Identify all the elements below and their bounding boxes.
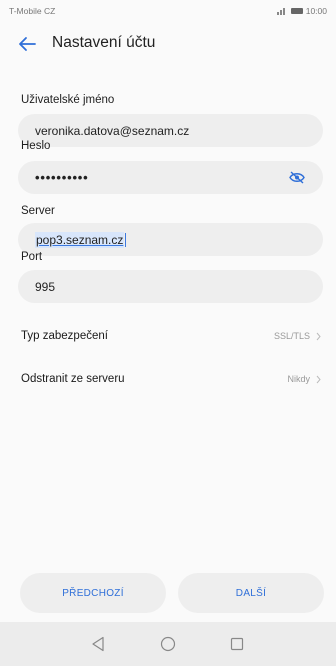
password-value: •••••••••• (35, 170, 89, 185)
next-button[interactable]: DALŠÍ (178, 573, 324, 613)
previous-button-label: PŘEDCHOZÍ (62, 587, 124, 599)
status-icons: 10:00 (276, 6, 327, 16)
circle-home-icon[interactable] (160, 636, 176, 652)
username-field[interactable]: veronika.datova@seznam.cz (18, 114, 323, 147)
password-field[interactable]: •••••••••• (18, 161, 323, 194)
previous-button[interactable]: PŘEDCHOZÍ (20, 573, 166, 613)
security-type-label: Typ zabezpečení (21, 330, 108, 342)
battery-icon (290, 8, 303, 14)
password-label: Heslo (21, 140, 51, 152)
status-bar: T-Mobile CZ 10:00 (0, 0, 336, 22)
username-value: veronika.datova@seznam.cz (35, 123, 190, 138)
server-label: Server (21, 205, 55, 217)
server-field[interactable]: pop3.seznam.cz (18, 223, 323, 256)
clock: 10:00 (305, 6, 327, 16)
port-value: 995 (35, 279, 56, 294)
delete-from-server-row[interactable]: Odstranit ze serveru Nikdy (21, 367, 321, 391)
delete-from-server-value: Nikdy (287, 374, 310, 384)
username-label: Uživatelské jméno (21, 94, 115, 106)
server-value: pop3.seznam.cz (35, 231, 125, 248)
port-label: Port (21, 251, 43, 263)
eye-off-icon[interactable] (289, 171, 305, 184)
chevron-right-icon (316, 375, 321, 383)
port-field[interactable]: 995 (18, 270, 323, 303)
arrow-left-icon[interactable] (18, 36, 36, 52)
triangle-back-icon[interactable] (91, 636, 105, 652)
next-button-label: DALŠÍ (235, 587, 267, 599)
app-bar: Nastavení účtu (0, 26, 336, 62)
square-recent-icon[interactable] (230, 637, 244, 651)
signal-icon (276, 7, 288, 15)
carrier-name: T-Mobile CZ (9, 6, 56, 16)
system-nav-bar (0, 622, 336, 666)
security-type-row[interactable]: Typ zabezpečení SSL/TLS (21, 324, 321, 348)
text-cursor (125, 232, 127, 247)
security-type-value: SSL/TLS (273, 331, 310, 341)
chevron-right-icon (316, 332, 321, 340)
delete-from-server-label: Odstranit ze serveru (21, 373, 125, 385)
page-title: Nastavení účtu (52, 34, 156, 51)
